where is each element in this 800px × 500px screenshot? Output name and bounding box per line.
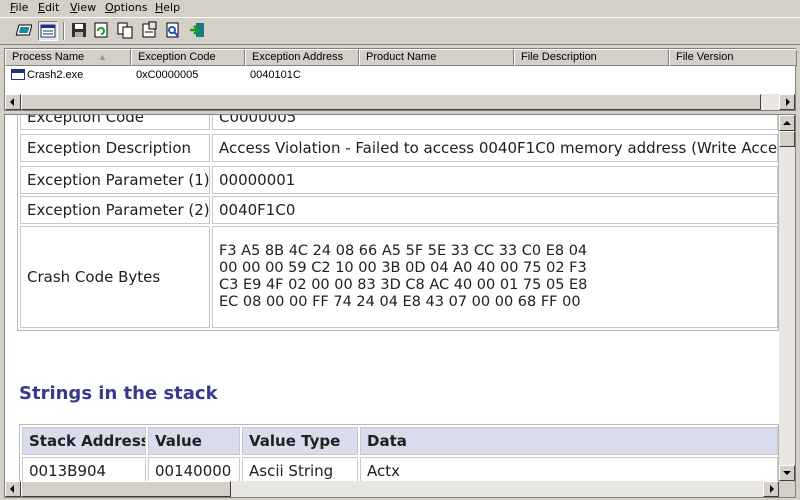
label-exception-param-2: Exception Parameter (2) <box>20 196 210 224</box>
label-exception-param-1: Exception Parameter (1) <box>20 166 210 194</box>
menu-file[interactable]: File <box>10 1 28 14</box>
scroll-down-button[interactable] <box>779 465 795 481</box>
arrow-right-icon <box>770 485 774 493</box>
scrollbar-corner <box>779 481 795 497</box>
cell-exception-address: 0040101C <box>250 69 301 81</box>
section-title: Strings in the stack <box>19 383 218 404</box>
crash-list[interactable]: Process Name ▲ Exception Code Exception A… <box>4 48 797 111</box>
report-mode-icon[interactable] <box>38 21 58 41</box>
report-horizontal-scrollbar[interactable] <box>5 481 779 497</box>
report-pane[interactable]: Exception Code C0000005 Exception Descri… <box>4 114 796 498</box>
scroll-left-button[interactable] <box>5 481 21 497</box>
menu-help[interactable]: Help <box>155 1 180 14</box>
menu-bar: File Edit View Options Help <box>0 0 800 16</box>
menu-edit[interactable]: Edit <box>38 1 59 14</box>
save-icon[interactable] <box>70 21 90 41</box>
app-window-icon <box>11 69 25 80</box>
properties-icon[interactable] <box>140 21 160 41</box>
find-icon[interactable] <box>164 21 184 41</box>
col-file-version[interactable]: File Version <box>669 49 797 66</box>
col-exception-code[interactable]: Exception Code <box>131 49 245 66</box>
header-value-type: Value Type <box>242 427 358 455</box>
label-exception-description: Exception Description <box>20 134 210 162</box>
value-crash-code-bytes: F3 A5 8B 4C 24 08 66 A5 5F 5E 33 CC 33 C… <box>212 226 778 328</box>
value-exception-code: C0000005 <box>212 115 778 130</box>
sort-ascending-icon: ▲ <box>98 52 107 62</box>
header-data: Data <box>360 427 778 455</box>
list-horizontal-scrollbar[interactable] <box>5 94 795 110</box>
arrow-left-icon <box>10 98 14 106</box>
scroll-thumb[interactable] <box>779 131 795 147</box>
value-exception-description: Access Violation - Failed to access 0040… <box>212 134 778 162</box>
scroll-up-button[interactable] <box>779 115 795 131</box>
exit-icon[interactable] <box>188 21 208 41</box>
html-report-icon[interactable] <box>14 21 34 41</box>
col-product-name[interactable]: Product Name <box>359 49 514 66</box>
label-exception-code: Exception Code <box>20 115 210 130</box>
col-exception-address[interactable]: Exception Address <box>245 49 359 66</box>
value-exception-param-2: 0040F1C0 <box>212 196 778 224</box>
label-crash-code-bytes: Crash Code Bytes <box>20 226 210 328</box>
scroll-right-button[interactable] <box>779 94 795 110</box>
menu-view[interactable]: View <box>70 1 96 14</box>
arrow-right-icon <box>786 98 790 106</box>
scroll-right-button[interactable] <box>763 481 779 497</box>
header-stack-address: Stack Address <box>22 427 146 455</box>
report-vertical-scrollbar[interactable] <box>779 115 795 481</box>
toolbar <box>0 17 800 45</box>
cell-exception-code: 0xC0000005 <box>136 69 199 81</box>
arrow-down-icon <box>783 471 791 475</box>
arrow-left-icon <box>10 485 14 493</box>
col-process-name[interactable]: Process Name ▲ <box>5 49 131 66</box>
cell-process-name: Crash2.exe <box>27 69 84 81</box>
menu-options[interactable]: Options <box>105 1 147 14</box>
scroll-left-button[interactable] <box>5 94 21 110</box>
value-exception-param-1: 00000001 <box>212 166 778 194</box>
arrow-up-icon <box>783 121 791 125</box>
copy-icon[interactable] <box>116 21 136 41</box>
exception-details-table: Exception Code C0000005 Exception Descri… <box>17 115 779 331</box>
col-file-description[interactable]: File Description <box>514 49 669 66</box>
scroll-thumb[interactable] <box>21 481 231 497</box>
scroll-thumb[interactable] <box>21 94 761 110</box>
toolbar-separator <box>63 22 65 40</box>
refresh-icon[interactable] <box>92 21 112 41</box>
header-value: Value <box>148 427 240 455</box>
